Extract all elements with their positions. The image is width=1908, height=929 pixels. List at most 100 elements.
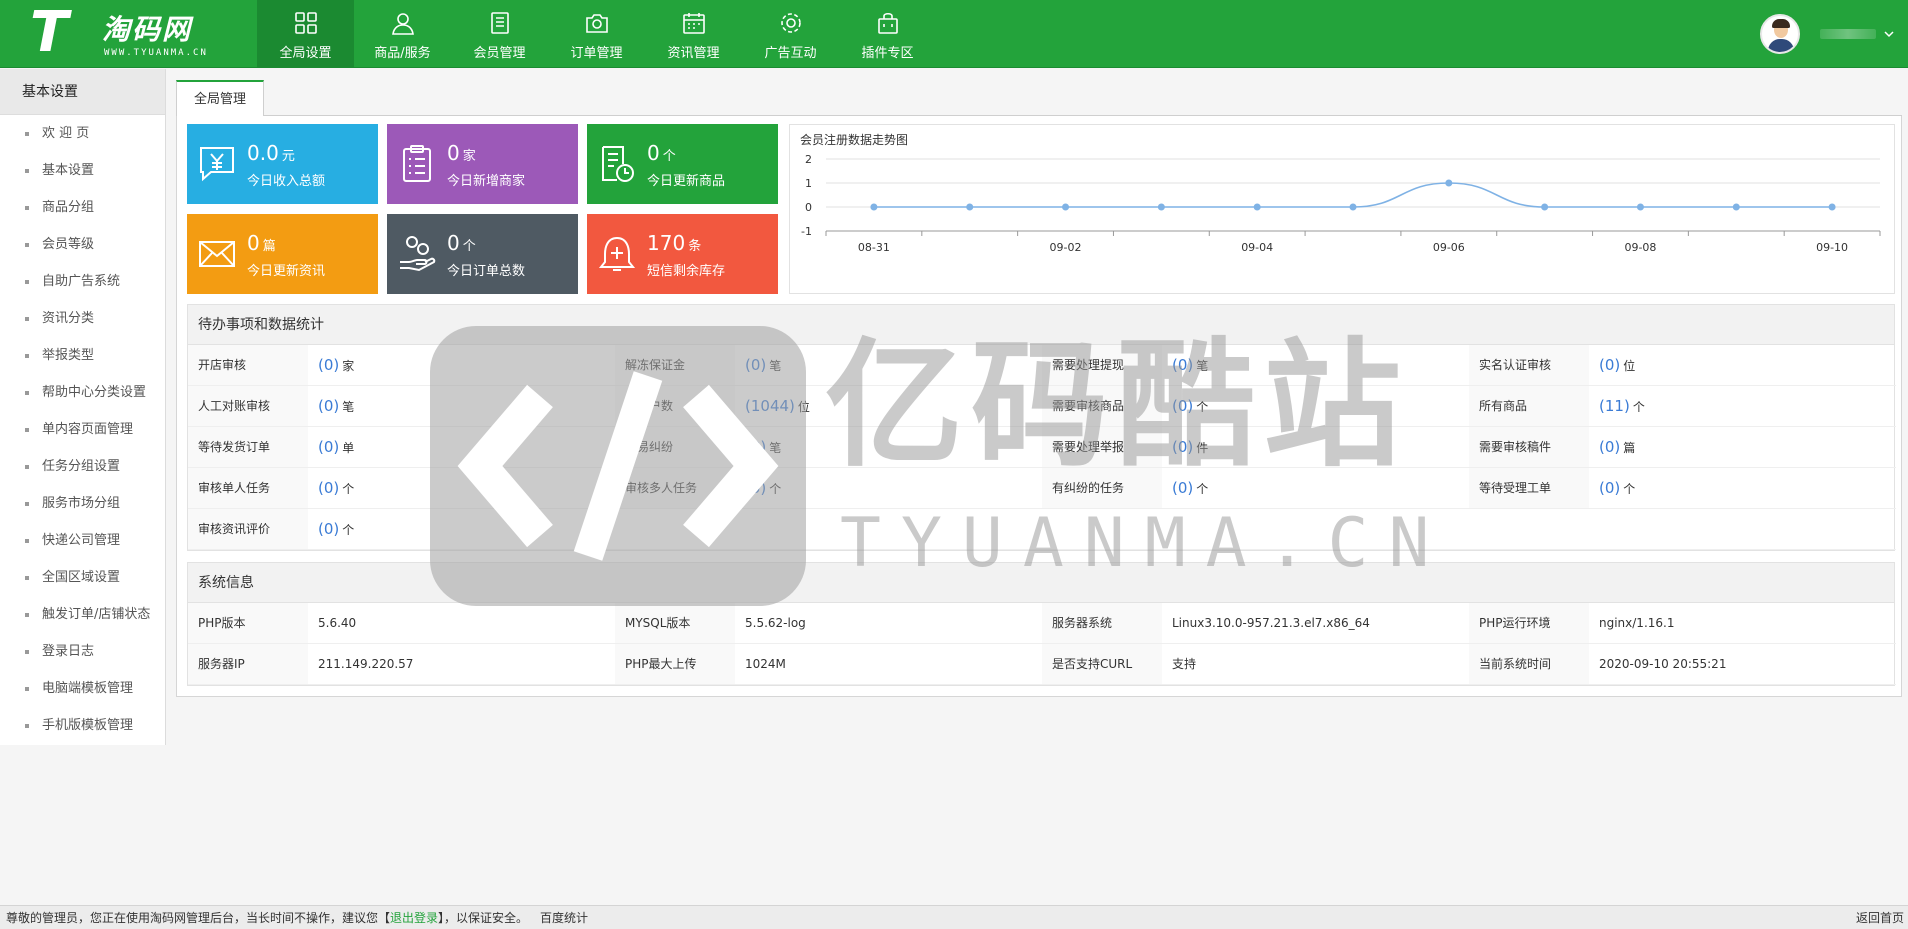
todo-section: 待办事项和数据统计 开店审核 (0) 家解冻保证金 (0) 笔需要处理提现 (0) 笔实名认… bbox=[187, 304, 1896, 551]
stat-count-link[interactable]: (0) bbox=[1172, 356, 1193, 374]
data-point[interactable] bbox=[1828, 203, 1836, 211]
stat-count-link[interactable]: (0) bbox=[318, 397, 339, 415]
back-home-link[interactable]: 返回首页 bbox=[1856, 906, 1904, 929]
sidebar-list: 欢 迎 页基本设置 商品分组 会员等级 自助广告系统 资讯分类 举报类型 帮助中心分类设置单… bbox=[0, 115, 165, 744]
stat-count-link[interactable]: (0) bbox=[1599, 438, 1620, 456]
nav-item-4[interactable]: 资讯管理 bbox=[645, 0, 742, 68]
stat-label: 服务器系统 bbox=[1042, 603, 1162, 644]
sidebar-item-7[interactable]: 帮助中心分类设置 bbox=[0, 374, 165, 411]
sidebar-item-14[interactable]: 登录日志 bbox=[0, 633, 165, 670]
data-point[interactable] bbox=[1349, 203, 1357, 211]
stat-count-link[interactable]: (0) bbox=[318, 356, 339, 374]
nav-item-0[interactable]: 全局设置 bbox=[257, 0, 354, 68]
stat-count-link[interactable]: (0) bbox=[318, 438, 339, 456]
sidebar-item-0[interactable]: 欢 迎 页 bbox=[0, 115, 165, 152]
data-point[interactable] bbox=[1636, 203, 1644, 211]
empty-cell bbox=[615, 509, 735, 550]
stat-count-link[interactable]: (0) bbox=[745, 356, 766, 374]
nav-item-3[interactable]: 订单管理 bbox=[548, 0, 645, 68]
sidebar-item-16[interactable]: 手机版模板管理 bbox=[0, 707, 165, 744]
sidebar-item-11[interactable]: 快递公司管理 bbox=[0, 522, 165, 559]
logo-sub: WWW.TYUANMA.CN bbox=[104, 48, 208, 58]
stat-count-link[interactable]: (0) bbox=[745, 438, 766, 456]
stat-count-link[interactable]: (0) bbox=[1172, 397, 1193, 415]
stat-count-link[interactable]: (1044) bbox=[745, 397, 795, 415]
data-point[interactable] bbox=[966, 203, 974, 211]
logout-link[interactable]: 退出登录 bbox=[390, 911, 438, 925]
todo-title: 待办事项和数据统计 bbox=[188, 305, 1894, 345]
stat-label: 人工对账审核 bbox=[188, 386, 308, 427]
stat-label: 审核资讯评价 bbox=[188, 509, 308, 550]
tab-global-manage[interactable]: 全局管理 bbox=[176, 80, 264, 117]
nav-item-label: 全局设置 bbox=[279, 46, 332, 61]
x-tick-label: 09-08 bbox=[1624, 241, 1656, 254]
x-tick-label: 09-02 bbox=[1050, 241, 1082, 254]
sidebar-item-15[interactable]: 电脑端模板管理 bbox=[0, 670, 165, 707]
baidu-stats-link[interactable]: 百度统计 bbox=[540, 911, 588, 925]
stat-label: PHP最大上传 bbox=[615, 644, 735, 685]
sidebar-title: 基本设置 bbox=[0, 69, 165, 115]
data-point[interactable] bbox=[1732, 203, 1740, 211]
sidebar-item-4[interactable]: 自助广告系统 bbox=[0, 263, 165, 300]
sidebar-item-1[interactable]: 基本设置 bbox=[0, 152, 165, 189]
stat-count-link[interactable]: (0) bbox=[1599, 356, 1620, 374]
sidebar-item-2[interactable]: 商品分组 bbox=[0, 189, 165, 226]
data-point[interactable] bbox=[1062, 203, 1070, 211]
stat-card-label: 今日更新资讯 bbox=[247, 264, 326, 279]
logo[interactable]: T 淘码网 WWW.TYUANMA.CN bbox=[30, 4, 250, 62]
sidebar-item-9[interactable]: 任务分组设置 bbox=[0, 448, 165, 485]
stat-count-link[interactable]: (0) bbox=[318, 479, 339, 497]
avatar[interactable] bbox=[1760, 14, 1800, 54]
nav-item-6[interactable]: 插件专区 bbox=[839, 0, 936, 68]
stat-card-4[interactable]: 0 个今日订单总数 bbox=[387, 214, 578, 294]
chart-svg: 2 1 0 -1 08-31 09-02 09-04 09-06 09-08 09-10 bbox=[801, 153, 1881, 254]
sidebar-item-13[interactable]: 触发订单/店铺状态 bbox=[0, 596, 165, 633]
stat-card-1[interactable]: 0 家今日新增商家 bbox=[387, 124, 578, 204]
main-content: 全局管理 0.0 元今日收入总额 0 家今日新增商家 0 个今日更新商品 0 篇今日更新资讯 0… bbox=[176, 80, 1902, 697]
document-icon bbox=[490, 12, 509, 34]
sidebar-item-8[interactable]: 单内容页面管理 bbox=[0, 411, 165, 448]
stat-count-link[interactable]: (0) bbox=[318, 520, 339, 538]
data-point[interactable] bbox=[1445, 179, 1453, 187]
stat-card-value: 0个 bbox=[647, 141, 676, 165]
sidebar-item-5[interactable]: 资讯分类 bbox=[0, 300, 165, 337]
stat-card-label: 今日新增商家 bbox=[447, 174, 526, 189]
sidebar-item-10[interactable]: 服务市场分组 bbox=[0, 485, 165, 522]
todo-grid: 开店审核 (0) 家解冻保证金 (0) 笔需要处理提现 (0) 笔实名认证审核 (0) 位人工对… bbox=[188, 345, 1896, 550]
sidebar-item-3[interactable]: 会员等级 bbox=[0, 226, 165, 263]
empty-cell bbox=[1162, 509, 1469, 550]
nav-item-5[interactable]: 广告互动 bbox=[742, 0, 839, 68]
stat-value: (0) 篇 bbox=[1589, 427, 1896, 468]
stat-card-0[interactable]: 0.0 元今日收入总额 bbox=[187, 124, 378, 204]
chevron-down-icon[interactable] bbox=[1884, 29, 1894, 39]
nav-item-label: 插件专区 bbox=[861, 46, 914, 61]
stat-value: (0) 个 bbox=[1162, 468, 1469, 509]
stat-value: (0) 个 bbox=[735, 468, 1042, 509]
info-value: 5.6.40 bbox=[308, 603, 615, 644]
stat-card-3[interactable]: 0 篇今日更新资讯 bbox=[187, 214, 378, 294]
stat-card-2[interactable]: 0 个今日更新商品 bbox=[587, 124, 778, 204]
nav-item-2[interactable]: 会员管理 bbox=[451, 0, 548, 68]
data-point[interactable] bbox=[870, 203, 878, 211]
top-bar: T 淘码网 WWW.TYUANMA.CN 全局设置 商品/服务 会员管理 订单管理 资讯… bbox=[0, 0, 1908, 68]
stat-card-5[interactable]: 170 条短信剩余库存 bbox=[587, 214, 778, 294]
tab-bar: 全局管理 bbox=[176, 80, 1902, 117]
stat-count-link[interactable]: (11) bbox=[1599, 397, 1630, 415]
data-point[interactable] bbox=[1157, 203, 1165, 211]
stat-value: (0) 位 bbox=[1589, 345, 1896, 386]
stat-count-link[interactable]: (0) bbox=[1599, 479, 1620, 497]
info-value: 2020-09-10 20:55:21 bbox=[1589, 644, 1896, 685]
data-point[interactable] bbox=[1541, 203, 1549, 211]
x-tick-label: 08-31 bbox=[858, 241, 890, 254]
nav-item-1[interactable]: 商品/服务 bbox=[354, 0, 451, 68]
stat-count-link[interactable]: (0) bbox=[745, 479, 766, 497]
stat-value: (0) 个 bbox=[308, 468, 615, 509]
user-menu[interactable] bbox=[1760, 14, 1894, 54]
stat-count-link[interactable]: (0) bbox=[1172, 438, 1193, 456]
stat-label: 需要审核商品 bbox=[1042, 386, 1162, 427]
sidebar-item-12[interactable]: 全国区域设置 bbox=[0, 559, 165, 596]
stat-count-link[interactable]: (0) bbox=[1172, 479, 1193, 497]
stat-value: (0) 笔 bbox=[308, 386, 615, 427]
sidebar-item-6[interactable]: 举报类型 bbox=[0, 337, 165, 374]
data-point[interactable] bbox=[1253, 203, 1261, 211]
